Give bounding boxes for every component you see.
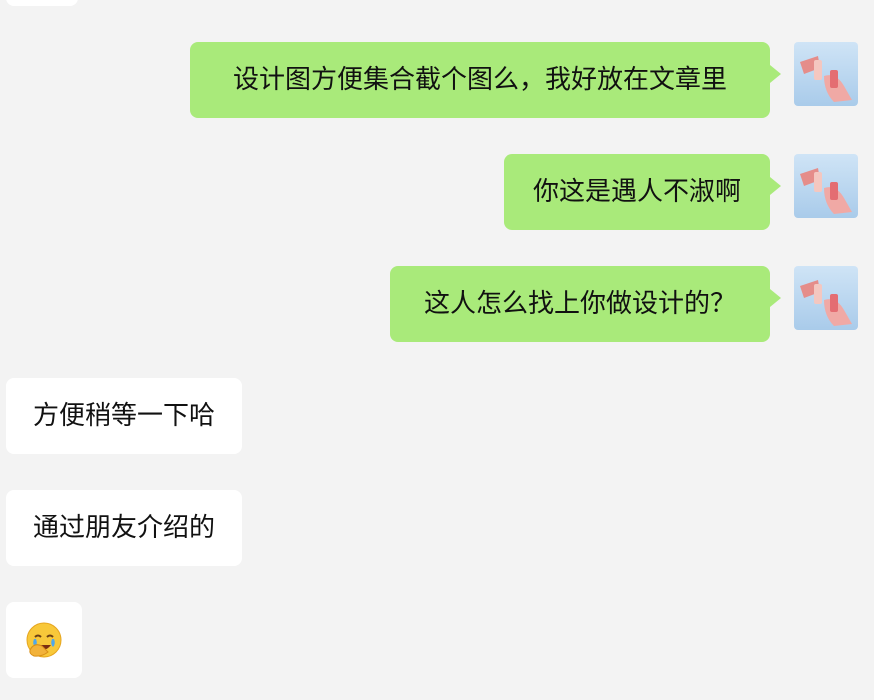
bubble-tail bbox=[770, 289, 781, 307]
message-text: 这人怎么找上你做设计的？ bbox=[423, 289, 736, 319]
message-text: 设计图方便集合截个图么，我好放在文章里 bbox=[232, 65, 727, 95]
outgoing-message-bubble[interactable]: 你这是遇人不淑啊 bbox=[504, 154, 770, 230]
incoming-message-bubble[interactable]: 通过朋友介绍的 bbox=[6, 490, 242, 566]
user-avatar[interactable] bbox=[794, 266, 858, 330]
user-avatar[interactable] bbox=[794, 42, 858, 106]
incoming-emoji-bubble[interactable] bbox=[6, 602, 82, 678]
bubble-tail bbox=[770, 177, 781, 195]
outgoing-message-bubble[interactable]: 设计图方便集合截个图么，我好放在文章里 bbox=[190, 42, 770, 118]
outgoing-message-bubble[interactable]: 这人怎么找上你做设计的？ bbox=[390, 266, 770, 342]
avatar-image bbox=[794, 266, 858, 330]
bubble-tail bbox=[770, 65, 781, 83]
incoming-message-bubble[interactable]: 方便稍等一下哈 bbox=[6, 378, 242, 454]
face-palm-crying-emoji-icon bbox=[26, 622, 62, 658]
avatar-image bbox=[794, 154, 858, 218]
message-text: 方便稍等一下哈 bbox=[32, 401, 215, 431]
message-text: 通过朋友介绍的 bbox=[32, 513, 215, 543]
avatar-image bbox=[794, 42, 858, 106]
user-avatar[interactable] bbox=[794, 154, 858, 218]
message-text: 你这是遇人不淑啊 bbox=[532, 177, 741, 207]
previous-message-bubble[interactable] bbox=[6, 0, 78, 6]
